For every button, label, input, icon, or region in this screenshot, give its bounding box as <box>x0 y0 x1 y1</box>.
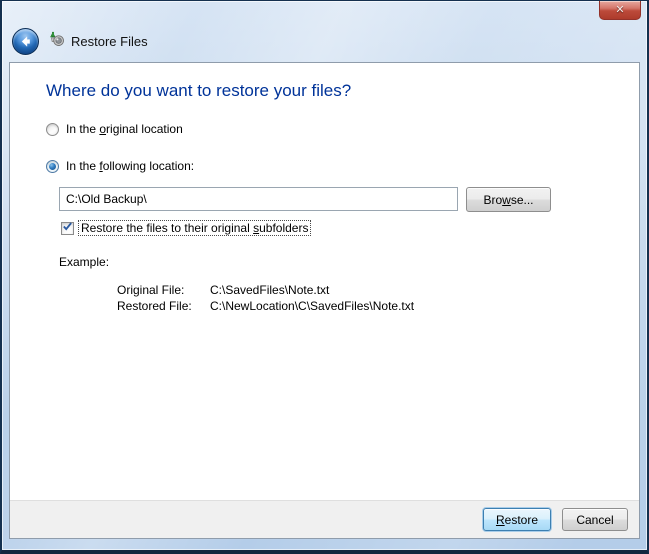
example-row-value: C:\SavedFiles\Note.txt <box>210 283 330 297</box>
restore-files-icon <box>48 30 65 52</box>
subfolders-checkbox-row[interactable]: Restore the files to their original subf… <box>61 220 312 236</box>
radio-original-label[interactable]: In the original location <box>66 122 183 136</box>
navigation-bar: Restore Files <box>12 27 148 55</box>
example-row-name: Restored File: <box>117 299 192 313</box>
cancel-button[interactable]: Cancel <box>562 508 628 531</box>
path-row: Browse... <box>59 187 551 212</box>
restore-button[interactable]: Restore <box>482 508 551 531</box>
radio-following-label[interactable]: In the following location: <box>66 159 194 173</box>
example-row-value: C:\NewLocation\C\SavedFiles\Note.txt <box>210 299 415 313</box>
restore-files-window: ✕ Restore Files Where do you want to res… <box>0 0 649 554</box>
checkbox-checked[interactable] <box>61 221 74 235</box>
example-table: Original File: C:\SavedFiles\Note.txt Re… <box>117 283 414 313</box>
radio-original-location[interactable]: In the original location <box>46 122 183 136</box>
radio-button-unchecked[interactable] <box>46 122 59 136</box>
back-button[interactable] <box>12 27 39 55</box>
close-button[interactable]: ✕ <box>599 1 641 20</box>
content-panel: Where do you want to restore your files?… <box>9 62 640 539</box>
radio-following-location[interactable]: In the following location: <box>46 159 194 173</box>
checkmark-icon <box>62 221 73 235</box>
example-label: Example: <box>59 255 110 269</box>
radio-button-checked[interactable] <box>46 159 59 173</box>
back-arrow-icon <box>18 34 33 49</box>
page-title: Restore Files <box>71 33 148 49</box>
footer-bar: Restore Cancel <box>10 500 639 538</box>
radio-dot <box>49 162 56 170</box>
example-row-name: Original File: <box>117 283 185 297</box>
subfolders-checkbox-label[interactable]: Restore the files to their original subf… <box>77 220 312 236</box>
close-icon: ✕ <box>615 4 625 16</box>
main-instruction: Where do you want to restore your files? <box>46 81 352 100</box>
browse-button[interactable]: Browse... <box>466 187 551 212</box>
restore-path-input[interactable] <box>59 187 458 211</box>
